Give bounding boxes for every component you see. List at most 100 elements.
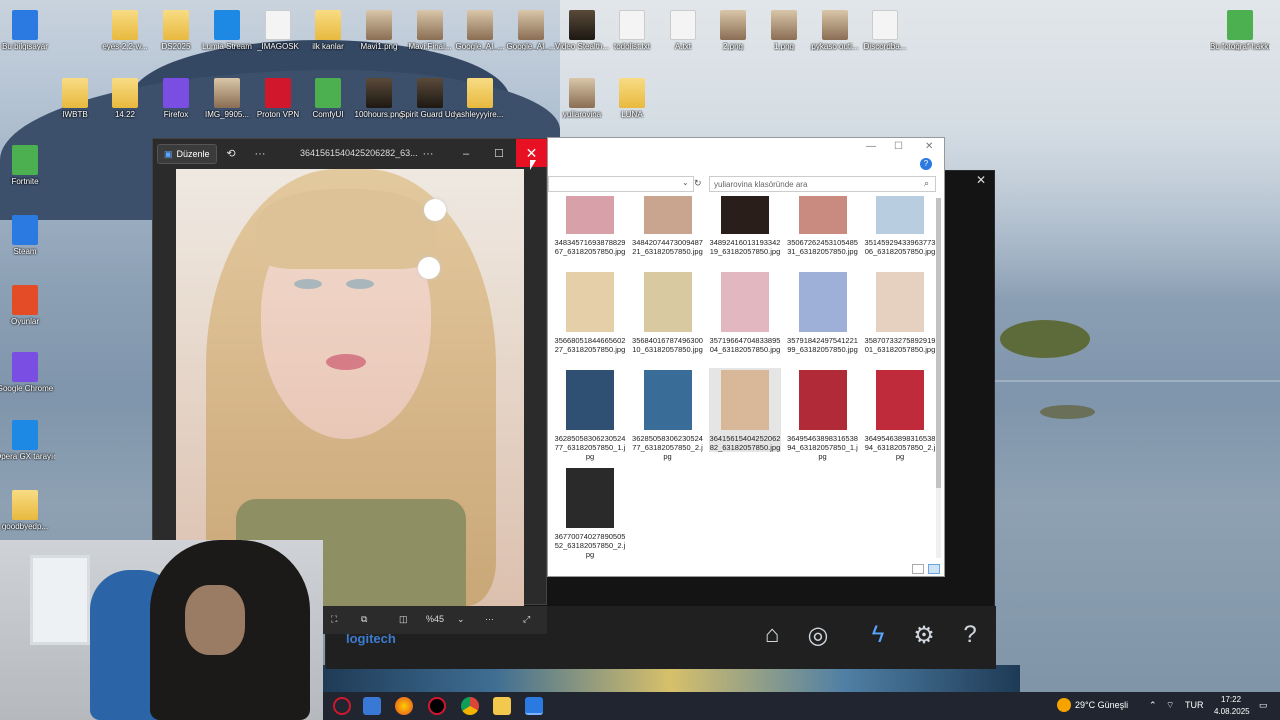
- file-name: 3649546389831653894_63182057850_2.jpg: [864, 434, 936, 461]
- file-item[interactable]: 3649546389831653894_63182057850_2.jpg: [864, 368, 936, 461]
- close-icon[interactable]: ✕: [976, 173, 986, 187]
- desktop-icon[interactable]: Oyunlar: [0, 285, 55, 326]
- desktop-icon[interactable]: Opera GX tarayıcı: [0, 420, 55, 461]
- notification-icon[interactable]: ▭: [1259, 700, 1268, 711]
- weather-icon[interactable]: [1057, 698, 1071, 712]
- app-icon: [265, 78, 291, 108]
- desktop-icon-label: Steam: [13, 247, 37, 256]
- firefox-icon[interactable]: [395, 697, 413, 715]
- file-title: 3641561540425206282_63...: [300, 148, 418, 158]
- maximize-icon[interactable]: ☐: [894, 141, 903, 152]
- file-thumbnail: [798, 370, 847, 430]
- app-icon: [12, 145, 38, 175]
- scrollbar[interactable]: [936, 198, 941, 558]
- file-item[interactable]: 3483457169387882967_63182057850.jpg: [554, 194, 626, 256]
- app-icon: [12, 285, 38, 315]
- photo-viewer-window[interactable]: ▣ Düzenle ⟲ ··· 3641561540425206282_63...…: [152, 138, 547, 606]
- gear-icon[interactable]: ⚙: [908, 621, 940, 653]
- more-options-icon[interactable]: ···: [485, 614, 494, 624]
- file-explorer-window[interactable]: — ☐ ✕ ? ⌄ ↻ yuliarovina klasöründe ara ⌕…: [547, 137, 945, 577]
- zoom-level[interactable]: %45: [426, 614, 444, 624]
- folder-icon: [163, 10, 189, 40]
- file-item[interactable]: 3587073327589291901_63182057850.jpg: [864, 270, 936, 354]
- file-item[interactable]: 3571966470483389504_63182057850.jpg: [709, 270, 781, 354]
- file-thumbnail: [566, 272, 614, 332]
- photo-icon: [214, 78, 240, 108]
- file-item[interactable]: 3514592943396377306_63182057850.jpg: [864, 194, 936, 256]
- file-item[interactable]: 3677007402789050552_63182057850_2.jpg: [554, 466, 626, 559]
- fit-icon[interactable]: ⛶: [331, 614, 337, 625]
- desktop-icon[interactable]: Fortnite: [0, 145, 55, 186]
- desktop-icon[interactable]: Bu bilgisayar: [0, 10, 55, 51]
- fullscreen-icon[interactable]: ⤢: [523, 614, 530, 625]
- weather-text[interactable]: 29°C Güneşli: [1075, 700, 1128, 710]
- maximize-icon[interactable]: ☐: [487, 144, 511, 164]
- rotate-icon[interactable]: ⟲: [219, 144, 243, 164]
- minimize-icon[interactable]: —: [866, 141, 876, 152]
- file-item[interactable]: 3628505830623052477_63182057850_1.jpg: [554, 368, 626, 461]
- mouse-cursor: [530, 160, 536, 170]
- photo-icon: [771, 10, 797, 40]
- lang-indicator[interactable]: TUR: [1185, 700, 1204, 710]
- address-bar[interactable]: [548, 176, 694, 192]
- file-item[interactable]: 3628505830623052477_63182057850_2.jpg: [632, 368, 704, 461]
- chrome-icon[interactable]: [461, 697, 479, 715]
- desktop-icon-label: Discordba...: [863, 42, 907, 51]
- photos-icon[interactable]: [525, 697, 543, 715]
- file-item[interactable]: 3641561540425206282_63182057850.jpg: [709, 368, 781, 452]
- minimize-icon[interactable]: –: [454, 144, 478, 164]
- desktop-icon[interactable]: Google Chrome: [0, 352, 55, 393]
- chevron-down-icon[interactable]: ⌄: [457, 614, 465, 625]
- file-item[interactable]: 3506726245310548531_63182057850.jpg: [787, 194, 859, 256]
- store-icon[interactable]: [363, 697, 381, 715]
- help-icon[interactable]: ?: [920, 158, 932, 170]
- file-thumbnail: [876, 272, 924, 332]
- desktop-icon[interactable]: Discordba...: [855, 10, 915, 51]
- more-options-icon[interactable]: ···: [248, 144, 272, 164]
- lightning-icon[interactable]: ϟ: [862, 621, 894, 653]
- help-icon[interactable]: ?: [954, 621, 986, 653]
- desktop-icon-label: ashleyyyire...: [456, 110, 504, 119]
- photo-icon: [518, 10, 544, 40]
- network-icon[interactable]: ⌔: [1166, 700, 1174, 711]
- file-item[interactable]: 3649546389831653894_63182057850_1.jpg: [787, 368, 859, 461]
- desktop-icon-label: Google Chrome: [0, 384, 54, 393]
- desktop-icon[interactable]: LUNA: [602, 78, 662, 119]
- file-name: 3579184249754122199_63182057850.jpg: [787, 336, 858, 354]
- screenshot-icon[interactable]: ◫: [399, 614, 408, 625]
- file-item[interactable]: 3484207447300948721_63182057850.jpg: [632, 194, 704, 256]
- edit-button[interactable]: ▣ Düzenle: [157, 144, 217, 164]
- chevron-up-icon[interactable]: ⌃: [1149, 700, 1157, 711]
- clock-time[interactable]: 17:22: [1221, 695, 1241, 704]
- home-icon[interactable]: ⌂: [756, 621, 788, 653]
- refresh-icon[interactable]: ↻: [694, 178, 702, 189]
- file-item[interactable]: 3566805184466560227_63182057850.jpg: [554, 270, 626, 354]
- desktop-icon-label: LUNA: [621, 110, 643, 119]
- file-explorer-icon[interactable]: [493, 697, 511, 715]
- file-item[interactable]: 3489241601319334219_63182057850.jpg: [709, 194, 781, 256]
- app-icon: [163, 78, 189, 108]
- photo-lips: [326, 354, 366, 370]
- file-grid: 3483457169387882967_63182057850.jpg 34842…: [548, 194, 936, 564]
- opera-gx-icon[interactable]: [333, 697, 351, 715]
- desktop-icon[interactable]: Steam: [0, 215, 55, 256]
- webcam-face: [185, 585, 245, 655]
- file-item[interactable]: 3579184249754122199_63182057850.jpg: [787, 270, 859, 354]
- file-thumbnail: [566, 468, 614, 528]
- search-input[interactable]: yuliarovina klasöründe ara: [709, 176, 936, 192]
- file-item[interactable]: 3568401678749630010_63182057850.jpg: [632, 270, 704, 354]
- tiles-view-icon[interactable]: [928, 564, 940, 574]
- desktop-icon[interactable]: ashleyyyire...: [450, 78, 510, 119]
- details-view-icon[interactable]: [912, 564, 924, 574]
- obs-icon[interactable]: [428, 697, 446, 715]
- close-icon[interactable]: ✕: [925, 141, 933, 152]
- desktop-icon[interactable]: Bu fotoğraf hakkında ...: [1210, 10, 1270, 51]
- file-name: 3483457169387882967_63182057850.jpg: [554, 238, 626, 256]
- desktop-icon-label: Bu bilgisayar: [2, 42, 48, 51]
- chevron-down-icon[interactable]: ⌄: [682, 178, 689, 187]
- profile-icon[interactable]: ◎: [802, 621, 834, 653]
- actual-size-icon[interactable]: ⧉: [361, 614, 367, 625]
- clock-date[interactable]: 4.08.2025: [1214, 707, 1250, 716]
- title-more-icon[interactable]: ···: [416, 144, 440, 164]
- desktop-icon[interactable]: goodbyedp...: [0, 490, 55, 531]
